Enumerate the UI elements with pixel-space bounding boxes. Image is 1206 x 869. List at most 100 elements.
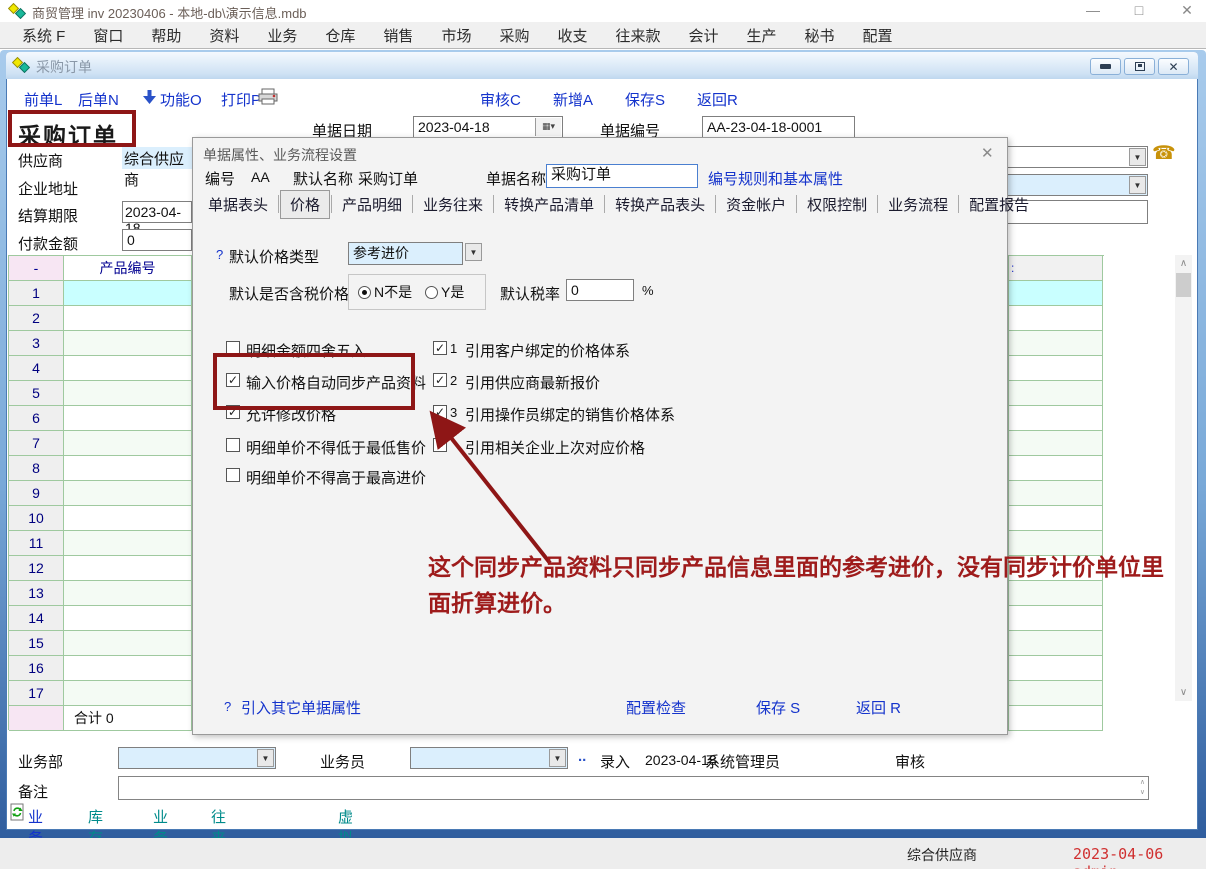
product-cell-right[interactable] [1008,456,1103,481]
column-header-product[interactable]: 产品编号 [64,256,192,281]
menu-item-业务[interactable]: 业务 [253,25,311,46]
scrollbar-thumb[interactable] [1176,273,1191,297]
table-row-right[interactable] [1008,681,1104,706]
checkbox-icon[interactable] [226,438,240,452]
product-cell[interactable] [64,606,192,631]
menu-item-生产[interactable]: 生产 [733,25,791,46]
product-cell-right[interactable] [1008,656,1103,681]
menu-item-资料[interactable]: 资料 [195,25,253,46]
product-cell-right[interactable] [1008,481,1103,506]
tab-单据表头[interactable]: 单据表头 [199,191,277,218]
import-props-link[interactable]: 引入其它单据属性 [241,697,361,718]
checkbox-icon[interactable]: ✓ [433,373,447,387]
table-row[interactable]: 10 [9,506,192,531]
product-cell[interactable] [64,406,192,431]
table-row[interactable]: 14 [9,606,192,631]
tab-权限控制[interactable]: 权限控制 [798,191,876,218]
tab-业务流程[interactable]: 业务流程 [879,191,957,218]
scroll-up-icon[interactable]: ∧ [1175,255,1192,272]
menu-item-仓库[interactable]: 仓库 [311,25,369,46]
back-button[interactable]: 返回R [697,89,738,110]
add-button[interactable]: 新增A [553,89,593,110]
config-check-link[interactable]: 配置检查 [626,697,686,718]
note-input[interactable]: ∧∨ [118,776,1149,800]
radio-icon[interactable] [425,286,438,299]
table-row[interactable]: 7 [9,431,192,456]
table-row-right[interactable] [1008,381,1104,406]
dept-dropdown[interactable]: ▼ [118,747,276,769]
clerk-dropdown[interactable]: ▼ [410,747,568,769]
product-table[interactable]: -产品编号1234567891011121314151617合计 0 [8,255,192,730]
menu-item-采购[interactable]: 采购 [485,25,543,46]
product-cell[interactable] [64,506,192,531]
menu-item-系统 F[interactable]: 系统 F [8,25,79,46]
dialog-back-link[interactable]: 返回 R [856,697,901,718]
tab-价格[interactable]: 价格 [280,190,330,219]
tab-配置报告[interactable]: 配置报告 [960,191,1038,218]
table-row-right[interactable] [1008,406,1104,431]
checkbox-icon[interactable] [226,468,240,482]
product-cell[interactable] [64,431,192,456]
checkbox-icon[interactable]: ✓ [433,341,447,355]
chevron-down-icon[interactable]: ▼ [1129,176,1146,194]
child-close-icon[interactable]: ✕ [1158,58,1189,75]
scroll-down-icon[interactable]: ∨ [1175,684,1192,701]
table-row-right[interactable] [1008,656,1104,681]
table-row-right[interactable] [1008,331,1104,356]
help-icon[interactable]: ? [224,699,231,714]
tab-产品明细[interactable]: 产品明细 [333,191,411,218]
menu-item-秘书[interactable]: 秘书 [791,25,849,46]
table-row[interactable]: 8 [9,456,192,481]
table-row-right[interactable] [1008,631,1104,656]
tab-转换产品清单[interactable]: 转换产品清单 [495,191,603,218]
tab-资金帐户[interactable]: 资金帐户 [717,191,795,218]
calendar-icon[interactable]: ▦▾ [535,118,561,136]
product-cell-right[interactable] [1008,306,1103,331]
product-cell[interactable] [64,331,192,356]
settle-date-input[interactable]: 2023-04-18 [122,201,192,223]
table-row[interactable]: 16 [9,656,192,681]
product-cell[interactable] [64,656,192,681]
table-row[interactable]: 5 [9,381,192,406]
menu-item-会计[interactable]: 会计 [675,25,733,46]
product-cell[interactable] [64,306,192,331]
menu-item-窗口[interactable]: 窗口 [79,25,137,46]
browse-button[interactable]: .. [578,748,586,765]
product-cell[interactable] [64,456,192,481]
doc-name-input[interactable]: 采购订单 [546,164,698,188]
chevron-down-icon[interactable]: ▼ [257,749,274,767]
next-doc-button[interactable]: 后单N [78,89,119,110]
product-cell[interactable] [64,581,192,606]
table-row[interactable]: 6 [9,406,192,431]
product-cell[interactable] [64,381,192,406]
menu-item-往来款[interactable]: 往来款 [601,25,674,46]
product-cell-right[interactable] [1008,281,1103,306]
numbering-rule-link[interactable]: 编号规则和基本属性 [708,168,843,189]
product-cell[interactable] [64,556,192,581]
tab-转换产品表头[interactable]: 转换产品表头 [606,191,714,218]
product-cell-right[interactable] [1008,506,1103,531]
child-restore-icon[interactable] [1124,58,1155,75]
vertical-scrollbar[interactable]: ∧ ∨ [1175,255,1192,701]
price-type-dropdown[interactable]: 参考进价 [348,242,463,265]
table-row[interactable]: 9 [9,481,192,506]
print-button[interactable]: 打印P [221,89,261,110]
table-row-right[interactable] [1008,431,1104,456]
table-row[interactable]: 2 [9,306,192,331]
doc-date-input[interactable]: 2023-04-18 ▦▾ [413,116,563,138]
table-row[interactable]: 17 [9,681,192,706]
dialog-save-link[interactable]: 保存 S [756,697,800,718]
phone-icon[interactable]: ☎ [1152,142,1176,165]
table-row[interactable]: 11 [9,531,192,556]
table-row[interactable]: 12 [9,556,192,581]
maximize-icon[interactable]: □ [1130,2,1148,18]
menu-item-市场[interactable]: 市场 [427,25,485,46]
table-row[interactable]: 3 [9,331,192,356]
chevron-down-icon[interactable]: ▼ [549,749,566,767]
tab-业务往来[interactable]: 业务往来 [414,191,492,218]
product-cell[interactable] [64,531,192,556]
table-row[interactable]: 4 [9,356,192,381]
table-row-right[interactable] [1008,481,1104,506]
product-cell-right[interactable] [1008,431,1103,456]
radio-included[interactable]: Y是 [425,282,464,302]
